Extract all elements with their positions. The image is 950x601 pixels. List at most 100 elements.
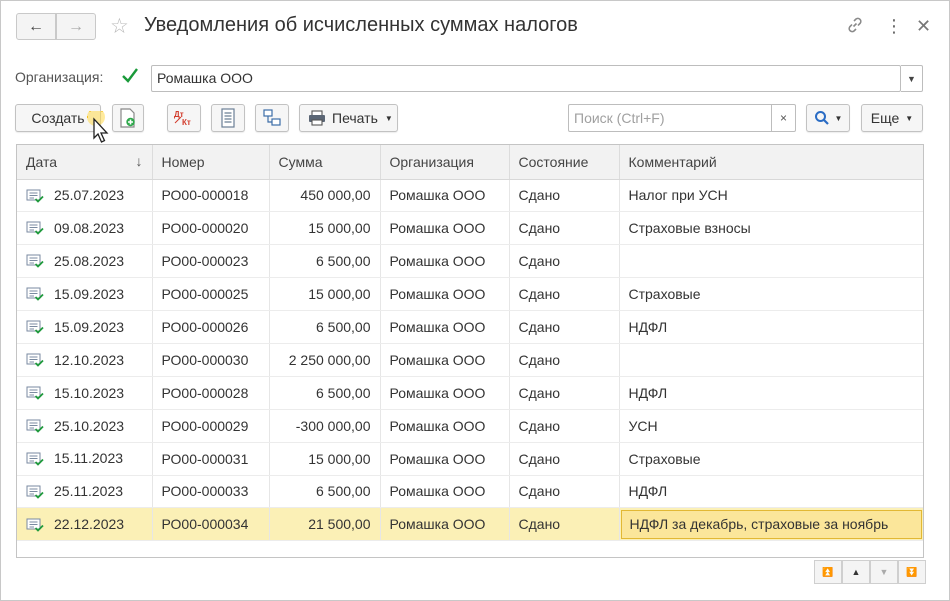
cell-status[interactable]: Сдано: [509, 376, 620, 410]
cell-number[interactable]: РО00-000033: [152, 475, 270, 509]
cell-organization[interactable]: Ромашка ООО: [380, 343, 510, 377]
cell-date[interactable]: 15.11.2023: [17, 442, 153, 476]
table-row[interactable]: 15.10.2023 РО00-000028 6 500,00 Ромашка ООО…: [17, 376, 923, 410]
table-row[interactable]: 22.12.2023 РО00-000034 21 500,00 Ромашка ОО…: [17, 507, 923, 542]
column-header-sum[interactable]: Сумма: [269, 145, 381, 180]
cell-status[interactable]: Сдано: [509, 409, 620, 443]
cell-organization[interactable]: Ромашка ООО: [380, 310, 510, 344]
table-row[interactable]: 15.09.2023 РО00-000026 6 500,00 Ромашка ООО…: [17, 310, 923, 344]
cell-date[interactable]: 15.09.2023: [17, 310, 153, 344]
cell-sum[interactable]: -300 000,00: [269, 409, 381, 443]
cell-sum[interactable]: 6 500,00: [269, 310, 381, 344]
cell-sum[interactable]: 6 500,00: [269, 244, 381, 279]
cell-status[interactable]: Сдано: [509, 211, 620, 246]
cell-organization[interactable]: Ромашка ООО: [380, 277, 510, 312]
column-header-status[interactable]: Состояние: [509, 145, 620, 180]
cell-comment[interactable]: НДФЛ: [619, 475, 923, 509]
column-header-date[interactable]: Дата ↓: [17, 145, 153, 180]
cell-status[interactable]: Сдано: [509, 442, 620, 476]
cell-date[interactable]: 25.08.2023: [17, 244, 153, 279]
cell-sum[interactable]: 2 250 000,00: [269, 343, 381, 377]
more-button[interactable]: Еще ▼: [861, 104, 923, 132]
cell-status[interactable]: Сдано: [509, 310, 620, 344]
cell-status[interactable]: Сдано: [509, 244, 620, 279]
cell-organization[interactable]: Ромашка ООО: [380, 409, 510, 443]
cell-organization[interactable]: Ромашка ООО: [380, 442, 510, 476]
table-row[interactable]: 25.11.2023 РО00-000033 6 500,00 Ромашка ООО…: [17, 475, 923, 509]
back-button[interactable]: ←: [16, 13, 56, 40]
cell-status[interactable]: Сдано: [509, 343, 620, 377]
org-input[interactable]: Ромашка ООО: [151, 65, 901, 92]
org-filter-checkbox[interactable]: [120, 66, 140, 86]
scroll-up-button[interactable]: ▲: [842, 560, 870, 584]
cell-number[interactable]: РО00-000034: [152, 507, 270, 542]
cell-comment[interactable]: НДФЛ за декабрь, страховые за ноябрь: [619, 507, 923, 542]
favorite-star-icon[interactable]: ☆: [110, 14, 129, 39]
search-input[interactable]: Поиск (Ctrl+F): [568, 104, 772, 132]
cell-status[interactable]: Сдано: [509, 277, 620, 312]
cell-status[interactable]: Сдано: [509, 179, 620, 213]
search-clear-button[interactable]: ×: [771, 104, 796, 132]
cell-sum[interactable]: 6 500,00: [269, 475, 381, 509]
cell-date[interactable]: 15.09.2023: [17, 277, 153, 312]
cell-date[interactable]: 25.11.2023: [17, 475, 153, 509]
cell-number[interactable]: РО00-000030: [152, 343, 270, 377]
cell-comment[interactable]: Страховые: [619, 442, 923, 476]
cell-number[interactable]: РО00-000028: [152, 376, 270, 410]
close-icon[interactable]: ✕: [916, 16, 931, 37]
report-button[interactable]: [211, 104, 245, 132]
more-vert-icon[interactable]: ⋮: [885, 16, 903, 37]
cell-sum[interactable]: 450 000,00: [269, 179, 381, 213]
cell-date[interactable]: 25.07.2023: [17, 179, 153, 213]
cell-comment[interactable]: НДФЛ: [619, 310, 923, 344]
cell-number[interactable]: РО00-000020: [152, 211, 270, 246]
cell-sum[interactable]: 15 000,00: [269, 211, 381, 246]
cell-number[interactable]: РО00-000029: [152, 409, 270, 443]
cell-sum[interactable]: 21 500,00: [269, 507, 381, 542]
cell-organization[interactable]: Ромашка ООО: [380, 376, 510, 410]
table-row[interactable]: 25.07.2023 РО00-000018 450 000,00 Ромашка О…: [17, 179, 923, 213]
print-button[interactable]: Печать ▼: [299, 104, 398, 132]
cell-date[interactable]: 12.10.2023: [17, 343, 153, 377]
table-row[interactable]: 12.10.2023 РО00-000030 2 250 000,00 Ромашка…: [17, 343, 923, 377]
scroll-to-top-button[interactable]: ⏫: [814, 560, 842, 584]
cell-sum[interactable]: 15 000,00: [269, 277, 381, 312]
table-row[interactable]: 15.11.2023 РО00-000031 15 000,00 Ромашка ОО…: [17, 442, 923, 476]
cell-organization[interactable]: Ромашка ООО: [380, 507, 510, 542]
forward-button[interactable]: →: [56, 13, 96, 40]
cell-comment[interactable]: Страховые: [619, 277, 923, 312]
cell-sum[interactable]: 6 500,00: [269, 376, 381, 410]
cell-comment[interactable]: УСН: [619, 409, 923, 443]
cell-organization[interactable]: Ромашка ООО: [380, 244, 510, 279]
cell-sum[interactable]: 15 000,00: [269, 442, 381, 476]
cell-comment[interactable]: [619, 343, 923, 377]
cell-number[interactable]: РО00-000031: [152, 442, 270, 476]
scroll-to-bottom-button[interactable]: ⏬: [898, 560, 926, 584]
table-row[interactable]: 09.08.2023 РО00-000020 15 000,00 Ромашка ОО…: [17, 211, 923, 246]
cell-date[interactable]: 22.12.2023: [17, 507, 153, 542]
cell-status[interactable]: Сдано: [509, 475, 620, 509]
cell-comment[interactable]: Страховые взносы: [619, 211, 923, 246]
cell-date[interactable]: 25.10.2023: [17, 409, 153, 443]
org-dropdown-button[interactable]: ▼: [901, 65, 923, 92]
link-icon[interactable]: [846, 16, 864, 39]
cell-date[interactable]: 09.08.2023: [17, 211, 153, 246]
cell-number[interactable]: РО00-000025: [152, 277, 270, 312]
structure-button[interactable]: [255, 104, 289, 132]
cell-number[interactable]: РО00-000018: [152, 179, 270, 213]
column-header-organization[interactable]: Организация: [380, 145, 510, 180]
column-header-number[interactable]: Номер: [152, 145, 270, 180]
cell-number[interactable]: РО00-000026: [152, 310, 270, 344]
table-row[interactable]: 25.10.2023 РО00-000029 -300 000,00 Ромашка …: [17, 409, 923, 443]
cell-organization[interactable]: Ромашка ООО: [380, 211, 510, 246]
table-row[interactable]: 15.09.2023 РО00-000025 15 000,00 Ромашка ОО…: [17, 277, 923, 312]
scroll-down-button[interactable]: ▼: [870, 560, 898, 584]
cell-date[interactable]: 15.10.2023: [17, 376, 153, 410]
dt-kt-button[interactable]: Дт Кт: [167, 104, 201, 132]
search-options-button[interactable]: ▼: [806, 104, 850, 132]
table-row[interactable]: 25.08.2023 РО00-000023 6 500,00 Ромашка ООО…: [17, 244, 923, 279]
cell-comment[interactable]: [619, 244, 923, 279]
active-cell-comment[interactable]: НДФЛ за декабрь, страховые за ноябрь: [620, 509, 922, 539]
cell-organization[interactable]: Ромашка ООО: [380, 179, 510, 213]
column-header-comment[interactable]: Комментарий: [619, 145, 923, 180]
